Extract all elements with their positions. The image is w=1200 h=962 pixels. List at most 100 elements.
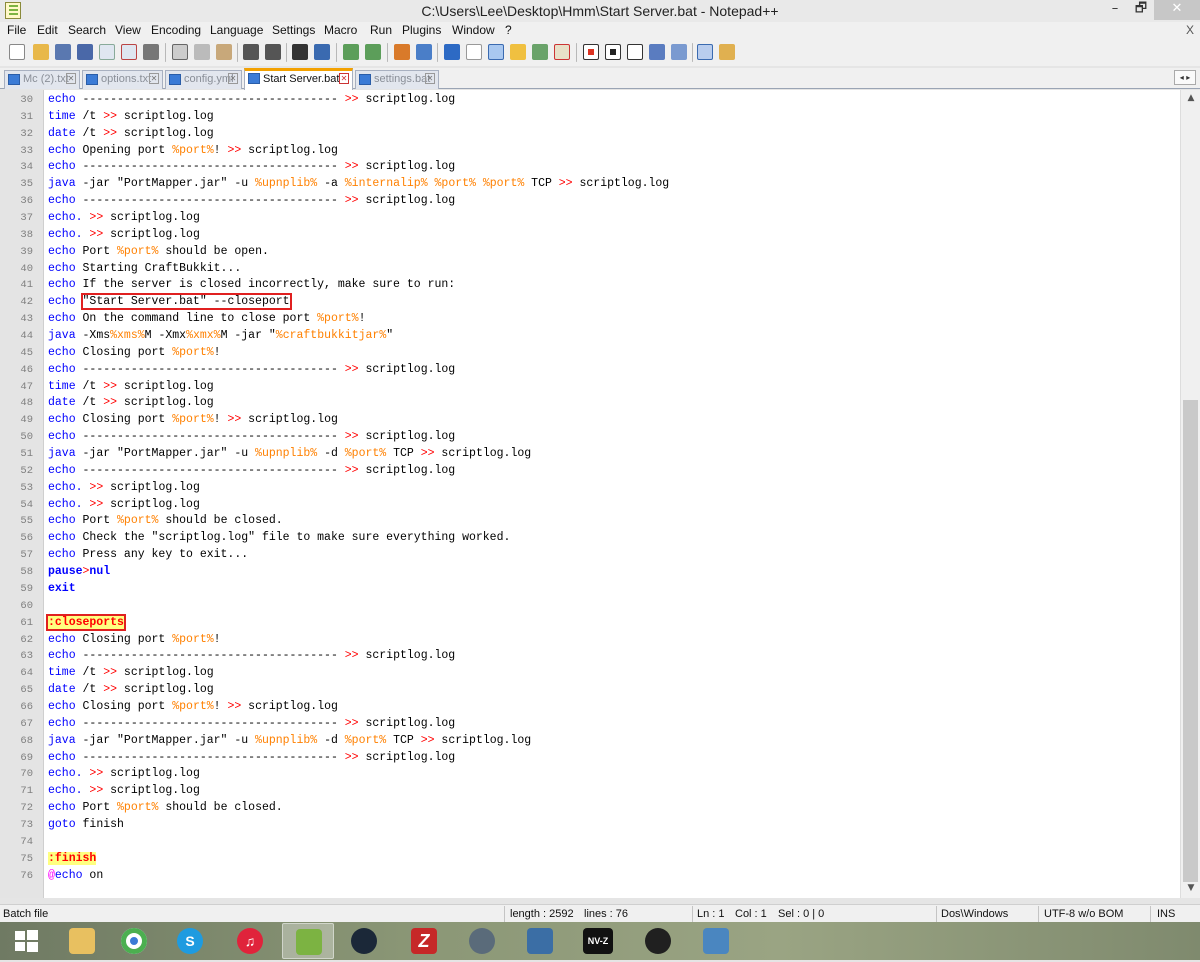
tab-options-txt[interactable]: options.txt ✕ [82, 70, 163, 89]
plugin-icon[interactable] [719, 44, 735, 60]
code-line[interactable]: 72 echo Port %port% should be closed. [0, 800, 1180, 817]
word-wrap-icon[interactable] [444, 44, 460, 60]
find-icon[interactable] [292, 44, 308, 60]
menu-run[interactable]: Run [370, 23, 392, 37]
cut-icon[interactable] [172, 44, 188, 60]
taskbar-editor[interactable] [514, 923, 566, 959]
menu-encoding[interactable]: Encoding [151, 23, 201, 37]
replace-icon[interactable] [314, 44, 330, 60]
stop-macro-icon[interactable] [605, 44, 621, 60]
tab-close-icon[interactable]: ✕ [339, 73, 349, 84]
code-line[interactable]: 47 time /t >> scriptlog.log [0, 379, 1180, 396]
open-file-icon[interactable] [33, 44, 49, 60]
paste-icon[interactable] [216, 44, 232, 60]
code-line[interactable]: 55 echo Port %port% should be closed. [0, 513, 1180, 530]
sync-vertical-icon[interactable] [394, 44, 410, 60]
code-line[interactable]: 59 exit [0, 581, 1180, 598]
undo-icon[interactable] [243, 44, 259, 60]
code-line[interactable]: 50 echo ---------------------------------… [0, 429, 1180, 446]
close-all-icon[interactable] [121, 44, 137, 60]
code-line[interactable]: 42 echo "Start Server.bat" --closeport [0, 293, 1180, 311]
taskbar-itunes[interactable]: ♫ [224, 923, 276, 959]
code-line[interactable]: 62 echo Closing port %port%! [0, 632, 1180, 649]
tab-scroll-arrows[interactable]: ◂ ▸ [1174, 70, 1196, 85]
code-line[interactable]: 52 echo ---------------------------------… [0, 463, 1180, 480]
code-line[interactable]: 35 java -jar "PortMapper.jar" -u %upnplib… [0, 176, 1180, 193]
taskbar-steam[interactable] [338, 923, 390, 959]
minimize-button[interactable]: – [1098, 0, 1132, 20]
code-line[interactable]: 36 echo ---------------------------------… [0, 193, 1180, 210]
taskbar-chrome[interactable] [108, 923, 160, 959]
taskbar-skype[interactable]: S [164, 923, 216, 959]
code-line[interactable]: 48 date /t >> scriptlog.log [0, 395, 1180, 412]
save-all-icon[interactable] [77, 44, 93, 60]
menu-edit[interactable]: Edit [37, 23, 58, 37]
tab-close-icon[interactable]: ✕ [149, 73, 159, 84]
menu-language[interactable]: Language [210, 23, 263, 37]
code-line[interactable]: 54 echo. >> scriptlog.log [0, 497, 1180, 514]
code-line[interactable]: 76 @echo on [0, 868, 1180, 885]
code-line[interactable]: 53 echo. >> scriptlog.log [0, 480, 1180, 497]
tab-config-yml[interactable]: config.yml ✕ [165, 70, 242, 89]
code-line[interactable]: 38 echo. >> scriptlog.log [0, 227, 1180, 244]
code-line[interactable]: 32 date /t >> scriptlog.log [0, 126, 1180, 143]
code-line[interactable]: 64 time /t >> scriptlog.log [0, 665, 1180, 682]
taskbar-nvz[interactable]: NV-Z [572, 923, 624, 959]
code-line[interactable]: 70 echo. >> scriptlog.log [0, 766, 1180, 783]
tab-close-icon[interactable]: ✕ [228, 73, 238, 84]
save-icon[interactable] [55, 44, 71, 60]
code-line[interactable]: 58 pause>nul [0, 564, 1180, 581]
zoom-out-icon[interactable] [365, 44, 381, 60]
vertical-scrollbar[interactable]: ▲ ▼ [1180, 90, 1200, 898]
close-document-button[interactable]: X [1186, 23, 1194, 37]
menu-plugins[interactable]: Plugins [402, 23, 441, 37]
close-file-icon[interactable] [99, 44, 115, 60]
code-line[interactable]: 39 echo Port %port% should be open. [0, 244, 1180, 261]
code-line[interactable]: 37 echo. >> scriptlog.log [0, 210, 1180, 227]
print-icon[interactable] [143, 44, 159, 60]
menu-file[interactable]: File [7, 23, 26, 37]
code-line[interactable]: 68 java -jar "PortMapper.jar" -u %upnplib… [0, 733, 1180, 750]
user-language-icon[interactable] [510, 44, 526, 60]
code-line[interactable]: 74 [0, 834, 1180, 851]
code-line[interactable]: 46 echo ---------------------------------… [0, 362, 1180, 379]
show-all-characters-icon[interactable] [466, 44, 482, 60]
taskbar-notepadpp[interactable] [282, 923, 334, 959]
code-line[interactable]: 43 echo On the command line to close port… [0, 311, 1180, 328]
copy-icon[interactable] [194, 44, 210, 60]
code-line[interactable]: 71 echo. >> scriptlog.log [0, 783, 1180, 800]
menu-settings[interactable]: Settings [272, 23, 315, 37]
taskbar-photos[interactable] [690, 923, 742, 959]
maximize-button[interactable]: 🗗 [1128, 0, 1154, 20]
code-line[interactable]: 31 time /t >> scriptlog.log [0, 109, 1180, 126]
code-line[interactable]: 49 echo Closing port %port%! >> scriptlog… [0, 412, 1180, 429]
indent-guide-icon[interactable] [488, 44, 504, 60]
menu-window[interactable]: Window [452, 23, 495, 37]
code-line[interactable]: 63 echo ---------------------------------… [0, 648, 1180, 665]
scroll-down-icon[interactable]: ▼ [1181, 880, 1200, 896]
save-macro-icon[interactable] [671, 44, 687, 60]
code-line[interactable]: 34 echo ---------------------------------… [0, 159, 1180, 176]
spell-check-icon[interactable] [697, 44, 713, 60]
code-line[interactable]: 41 echo If the server is closed incorrect… [0, 277, 1180, 294]
record-macro-icon[interactable] [583, 44, 599, 60]
code-line[interactable]: 57 echo Press any key to exit... [0, 547, 1180, 564]
code-line[interactable]: 65 date /t >> scriptlog.log [0, 682, 1180, 699]
code-line[interactable]: 33 echo Opening port %port%! >> scriptlog… [0, 143, 1180, 160]
redo-icon[interactable] [265, 44, 281, 60]
tab-close-icon[interactable]: ✕ [425, 73, 435, 84]
play-macro-icon[interactable] [627, 44, 643, 60]
taskbar-obs[interactable] [632, 923, 684, 959]
tab-close-icon[interactable]: ✕ [66, 73, 76, 84]
code-line[interactable]: 40 echo Starting CraftBukkit... [0, 261, 1180, 278]
run-macro-multiple-icon[interactable] [649, 44, 665, 60]
scrollbar-thumb[interactable] [1183, 400, 1198, 882]
code-line[interactable]: 30 echo ---------------------------------… [0, 92, 1180, 109]
code-line[interactable]: 44 java -Xms%xms%M -Xmx%xmx%M -jar "%craf… [0, 328, 1180, 345]
menu-macro[interactable]: Macro [324, 23, 357, 37]
start-button[interactable] [0, 923, 52, 959]
code-line[interactable]: 73 goto finish [0, 817, 1180, 834]
code-area[interactable]: 30 echo ---------------------------------… [0, 92, 1180, 892]
code-line[interactable]: 75:finish [0, 851, 1180, 868]
menu-help[interactable]: ? [505, 23, 512, 37]
